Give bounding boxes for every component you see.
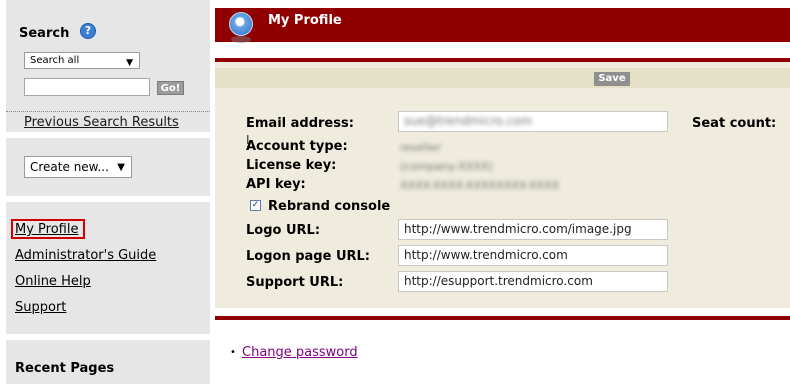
logon-page-url-field[interactable]: http://www.trendmicro.com xyxy=(398,245,668,266)
search-scope-value: Search all xyxy=(30,55,80,66)
save-toolbar xyxy=(215,68,790,88)
license-key-label: License key: xyxy=(246,158,337,173)
logon-page-url-label: Logon page URL: xyxy=(246,249,371,264)
create-new-select[interactable]: Create new... ▼ xyxy=(24,156,132,178)
email-field[interactable]: sue@trendmicro.com xyxy=(398,111,668,132)
previous-search-results-link[interactable]: Previous Search Results xyxy=(24,115,179,130)
bullet: • xyxy=(230,347,236,358)
account-type-value: reseller xyxy=(400,141,441,154)
chevron-down-icon: ▼ xyxy=(126,58,133,68)
search-title: Search xyxy=(19,26,70,41)
sidebar-item-admin-guide[interactable]: Administrator's Guide xyxy=(15,248,156,263)
sidebar-item-my-profile[interactable]: My Profile xyxy=(15,222,78,237)
help-icon[interactable]: ? xyxy=(80,23,96,39)
sidebar-item-online-help[interactable]: Online Help xyxy=(15,274,91,289)
account-type-label: Account type: xyxy=(246,139,348,154)
page-title: My Profile xyxy=(268,13,342,28)
seat-count-label: Seat count: xyxy=(692,116,777,131)
logo-url-field[interactable]: http://www.trendmicro.com/image.jpg xyxy=(398,219,668,240)
sidebar: Search ? Search all ▼ Go! Previous Searc… xyxy=(0,0,210,384)
divider xyxy=(6,111,210,112)
api-key-label: API key: xyxy=(246,177,306,192)
icon-shadow xyxy=(231,36,251,43)
api-key-value: XXXX-XXXX-XXXXXXXX-XXXX xyxy=(400,179,560,192)
chevron-down-icon: ▼ xyxy=(117,162,125,173)
logo-url-label: Logo URL: xyxy=(246,223,321,238)
save-button[interactable]: Save xyxy=(594,72,630,86)
search-scope-select[interactable]: Search all ▼ xyxy=(24,52,140,69)
search-input[interactable] xyxy=(24,78,150,96)
profile-globe-icon xyxy=(229,12,253,36)
email-value: sue@trendmicro.com xyxy=(404,114,533,128)
change-password-link[interactable]: Change password xyxy=(242,345,358,360)
create-new-value: Create new... xyxy=(30,160,109,174)
support-url-label: Support URL: xyxy=(246,275,344,290)
email-label: Email address: xyxy=(246,116,354,131)
support-url-field[interactable]: http://esupport.trendmicro.com xyxy=(398,271,668,292)
license-key-value: (company-XXXX) xyxy=(400,160,493,173)
recent-pages-title: Recent Pages xyxy=(15,361,115,376)
sidebar-item-support[interactable]: Support xyxy=(15,300,66,315)
rebrand-checkbox[interactable]: ✓ xyxy=(250,200,261,211)
rebrand-label: Rebrand console xyxy=(268,199,391,214)
go-button[interactable]: Go! xyxy=(157,81,184,95)
